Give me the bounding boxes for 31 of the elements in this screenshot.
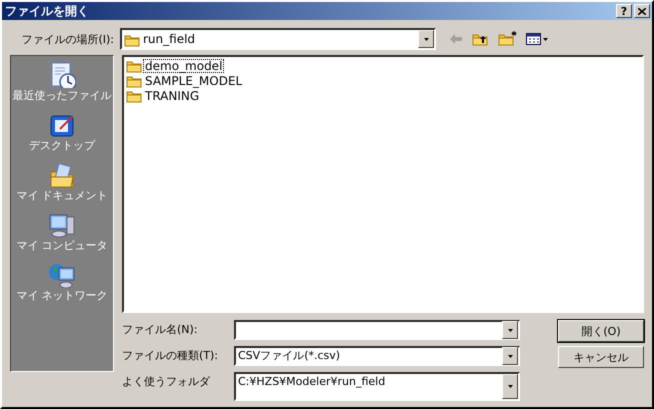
folder-item[interactable]: TRANING — [143, 88, 202, 102]
view-menu-icon[interactable] — [526, 32, 548, 46]
places-item[interactable]: 最近使ったファイル — [12, 88, 112, 103]
places-item[interactable]: マイ ドキュメント — [16, 188, 108, 203]
look-in-dropdown[interactable]: run_field — [120, 28, 436, 50]
dropdown-arrow-icon — [424, 38, 428, 40]
window-title: ファイルを開く — [5, 2, 89, 20]
folder-field[interactable]: C:¥HZS¥Modeler¥run_field — [234, 372, 520, 401]
close-button[interactable] — [634, 4, 650, 18]
places-item[interactable]: マイ ネットワーク — [16, 288, 108, 303]
folder-item[interactable]: SAMPLE_MODEL — [143, 74, 244, 88]
places-item[interactable]: デスクトップ — [29, 138, 95, 153]
dropdown-arrow-icon — [508, 328, 512, 332]
help-button[interactable]: ? — [616, 4, 632, 18]
folder-item[interactable]: demo_model — [143, 58, 224, 72]
open-button[interactable]: 開く(O) — [558, 320, 644, 342]
dropdown-arrow-icon — [508, 354, 512, 358]
field-label: よく使うフォルダ — [122, 374, 212, 390]
cancel-button[interactable]: キャンセル — [558, 346, 644, 368]
combo-field[interactable]: CSVファイル(*.csv) — [234, 346, 520, 366]
close-icon — [638, 8, 646, 14]
places-item[interactable]: マイ コンピュータ — [16, 238, 108, 253]
computer-icon[interactable] — [48, 212, 76, 238]
new-folder-icon[interactable] — [498, 31, 518, 47]
look-in-label: ファイルの場所(I): — [20, 32, 114, 46]
field-label: ファイルの種類(T): — [122, 348, 220, 364]
documents-folder-icon[interactable] — [48, 162, 76, 188]
network-globe-icon[interactable] — [48, 262, 76, 288]
dropdown-arrow-icon — [508, 385, 512, 388]
combo-field[interactable] — [234, 320, 520, 340]
field-label: ファイル名(N): — [122, 322, 199, 338]
